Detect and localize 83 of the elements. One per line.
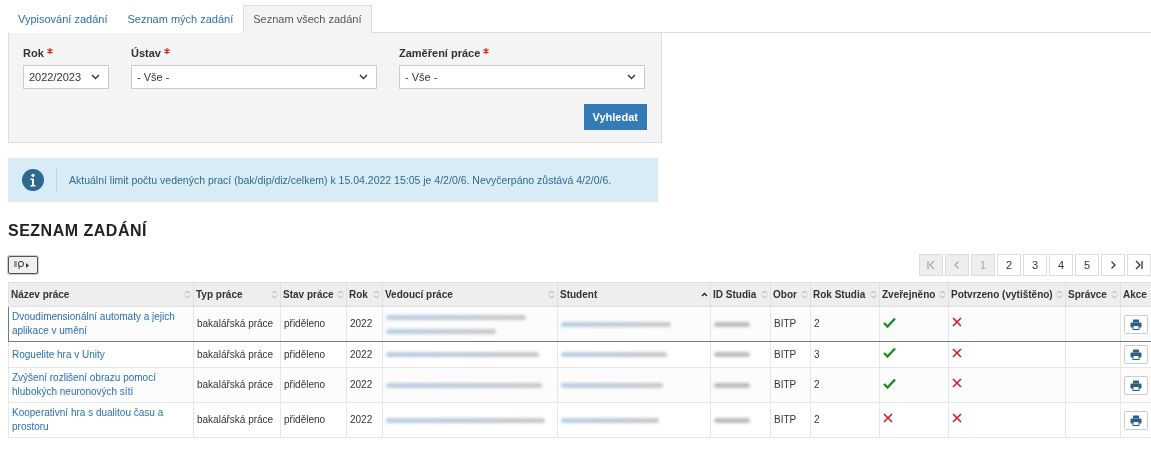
table-cell: bakalářská práce [197,414,274,425]
select-field[interactable]: - Vše - [131,65,377,89]
redacted-text [714,382,750,388]
info-message: Aktuální limit počtu vedených prací (bak/dip/diz/celkem) k 15.04.2022 15:05 je 4/2/0/6. Nevyčerpáno zůstává 4/2/0/6. [69,174,612,186]
column-filter-button[interactable] [8,256,38,274]
select-field[interactable]: 2022/2023 [23,65,109,89]
sort-icon [870,290,877,299]
table-cell: 3 [814,348,820,360]
column-header[interactable]: Rok Studia [810,282,880,307]
column-header[interactable]: Stav práce [280,282,347,307]
caret-icon [359,74,368,80]
field-label: Ústav [131,47,161,59]
table-cell: přiděleno [284,414,326,425]
print-button[interactable] [1124,345,1148,364]
table-cell: bakalářská práce [197,348,274,360]
section-heading: SEZNAM ZADÁNÍ [8,222,148,240]
column-header[interactable]: Správce [1065,282,1121,307]
column-header[interactable]: Student [557,282,711,307]
column-header[interactable]: Obor [770,282,811,307]
print-button[interactable] [1124,375,1148,395]
table-cell: 2022 [350,414,373,425]
column-header[interactable]: Akce [1120,282,1151,307]
sort-icon [801,290,808,299]
table-cell: přiděleno [284,348,326,360]
caret-icon [627,74,636,80]
column-header[interactable]: Zveřejněno [879,282,949,307]
column-header[interactable]: Rok [346,282,383,307]
table-cell: 2022 [350,318,373,329]
chevron-left-icon [952,260,962,270]
page-button[interactable]: 4 [1049,254,1073,276]
sort-icon [271,290,278,299]
column-header[interactable]: Potvrzeno (vytištěno) [948,282,1066,307]
printer-icon [1130,318,1142,330]
column-header[interactable]: Název práce [8,282,194,307]
sort-icon [1111,290,1118,299]
table-cell: BITP [774,318,797,329]
page-button[interactable]: 5 [1075,254,1099,276]
column-header[interactable]: Vedoucí práce [382,282,558,307]
print-button[interactable] [1124,314,1148,334]
tab[interactable]: Vypisování zadání [8,5,118,33]
page-button[interactable]: 2 [997,254,1021,276]
search-button[interactable]: Vyhledat [583,104,647,130]
table-cell: bakalářská práce [197,318,274,329]
page-button[interactable]: 3 [1023,254,1047,276]
table-cell: bakalářská práce [197,379,274,390]
last-page-icon [1134,260,1144,270]
redacted-text [714,321,750,327]
sort-icon [548,290,555,299]
caret-icon [91,74,100,80]
first-page-icon [926,260,936,270]
sort-icon [939,290,946,299]
table-cell: 2 [814,414,820,425]
sort-icon [337,290,344,299]
print-button[interactable] [1124,410,1148,430]
chevron-right-icon [1108,260,1118,270]
field-label: Zaměření práce [399,47,481,59]
table-cell: 2022 [350,348,373,360]
table-cell: 2 [814,318,820,329]
printer-icon [1130,414,1142,426]
sort-icon [1056,290,1063,299]
sort-icon [184,290,191,299]
redacted-text [714,352,750,357]
printer-icon [1130,349,1142,360]
redacted-text [714,417,750,423]
table-cell: BITP [774,379,797,390]
column-header[interactable]: ID Studia [710,282,771,307]
table-cell: přiděleno [284,318,326,329]
tab[interactable]: Seznam mých zadání [117,5,244,33]
table-cell: přiděleno [284,379,326,390]
last-page-button[interactable] [1127,254,1151,276]
sort-icon [761,290,768,299]
table-cell: 2022 [350,379,373,390]
printer-icon [1130,379,1142,391]
field-label: Rok [23,47,44,59]
select-field[interactable]: - Vše - [399,65,645,89]
info-icon [22,169,44,191]
column-header[interactable]: Typ práce [193,282,281,307]
tab[interactable]: Seznam všech zadání [243,5,372,33]
table-cell: 2 [814,379,820,390]
sort-ascending-icon [701,292,708,297]
table-cell: BITP [774,414,797,425]
table-cell: BITP [774,348,797,360]
sort-icon [373,290,380,299]
